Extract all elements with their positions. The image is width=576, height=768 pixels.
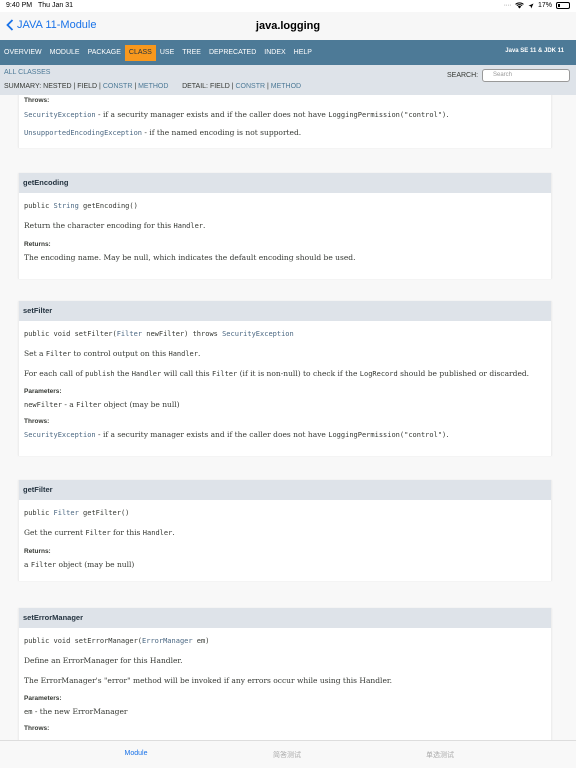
status-right: ···· 17% (504, 2, 570, 9)
location-icon (528, 3, 534, 8)
multitasking-dots-icon: ···· (503, 2, 512, 9)
returns-text: a Filter object (may be null) (24, 560, 135, 569)
parameters-label: Parameters: (24, 695, 62, 702)
nav-title: java.logging (255, 20, 321, 32)
unsupported-encoding-link[interactable]: UnsupportedEncodingException (24, 129, 142, 137)
string-type-link[interactable]: String (54, 202, 79, 210)
method-detail-getFilter: getFilter public Filter getFilter() Get … (18, 480, 552, 581)
throws-label: Throws: (24, 418, 50, 425)
error-manager-type-link[interactable]: ErrorManager (142, 637, 193, 645)
security-exception-link[interactable]: SecurityException (24, 431, 96, 439)
method-description-2: For each call of publish the Handler wil… (24, 369, 530, 378)
status-time: 9:40 PM (6, 2, 33, 9)
tab-short-answer-test[interactable]: 简答测试 (227, 750, 347, 760)
bottom-tab-bar: Module 简答测试 单选测试 (0, 740, 576, 768)
parameter-em: em - the new ErrorManager (24, 707, 128, 716)
method-detail-setFilter: setFilter public void setFilter(Filter n… (18, 301, 552, 456)
summary-constr-link[interactable]: CONSTR (103, 83, 133, 90)
summary-links: SUMMARY: NESTED | FIELD | CONSTR | METHO… (4, 83, 301, 90)
security-exception-link[interactable]: SecurityException (24, 111, 96, 119)
content-area[interactable]: Throws: SecurityException - if a securit… (0, 95, 576, 740)
battery-icon (556, 2, 570, 9)
nav-deprecated[interactable]: DEPRECATED (205, 45, 260, 61)
throws-label: Throws: (24, 725, 50, 732)
javadoc-sub-nav: ALL CLASSES SUMMARY: NESTED | FIELD | CO… (0, 65, 576, 95)
detail-method-link[interactable]: METHOD (271, 83, 301, 90)
security-exception-link[interactable]: SecurityException (222, 330, 294, 338)
nav-overview[interactable]: OVERVIEW (0, 45, 46, 61)
status-date: Thu Jan 31 (38, 2, 74, 9)
detail-constr-link[interactable]: CONSTR (236, 83, 266, 90)
filter-type-link[interactable]: Filter (117, 330, 142, 338)
method-title: getEncoding (19, 173, 551, 193)
nav-use[interactable]: USE (156, 45, 178, 61)
method-detail-getEncoding: getEncoding public String getEncoding() … (18, 173, 552, 279)
method-title: setFilter (19, 301, 551, 321)
wifi-icon (515, 2, 524, 9)
method-description-2: The ErrorManager's "error" method will b… (24, 676, 393, 685)
javadoc-brand: Java SE 11 & JDK 11 (505, 48, 564, 54)
search-label: SEARCH: (447, 72, 479, 79)
returns-label: Returns: (24, 241, 51, 248)
nav-help[interactable]: HELP (290, 45, 316, 61)
javadoc-top-nav: OVERVIEW MODULE PACKAGE CLASS USE TREE D… (0, 40, 576, 65)
throws-security: SecurityException - if a security manage… (24, 430, 449, 439)
status-bar: 9:40 PM Thu Jan 31 ···· 17% (0, 0, 576, 12)
navigation-bar: JAVA 11-Module java.logging (0, 12, 576, 40)
throws-security: SecurityException - if a security manage… (24, 110, 449, 119)
throws-unsupported: UnsupportedEncodingException - if the na… (24, 128, 302, 137)
method-detail-setErrorManager: setErrorManager public void setErrorMana… (18, 608, 552, 740)
method-signature: public void setFilter(Filter newFilter) … (24, 330, 294, 338)
method-description: Set a Filter to control output on this H… (24, 349, 201, 358)
method-description: Return the character encoding for this H… (24, 221, 206, 230)
summary-method-link[interactable]: METHOD (138, 83, 168, 90)
nav-module[interactable]: MODULE (46, 45, 84, 61)
throws-label: Throws: (24, 97, 50, 104)
nav-index[interactable]: INDEX (260, 45, 289, 61)
parameter-newFilter: newFilter - a Filter object (may be null… (24, 400, 180, 409)
all-classes-link[interactable]: ALL CLASSES (4, 69, 50, 76)
method-signature: public void setErrorManager(ErrorManager… (24, 637, 210, 645)
nav-tree[interactable]: TREE (178, 45, 205, 61)
method-title: getFilter (19, 480, 551, 500)
filter-type-link[interactable]: Filter (54, 509, 79, 517)
method-detail-previous: Throws: SecurityException - if a securit… (18, 95, 552, 148)
parameters-label: Parameters: (24, 388, 62, 395)
search-input[interactable]: Search (482, 69, 570, 82)
method-description: Define an ErrorManager for this Handler. (24, 656, 183, 665)
tab-module[interactable]: Module (76, 750, 196, 757)
nav-class: CLASS (124, 44, 156, 61)
method-signature: public String getEncoding() (24, 202, 138, 210)
returns-label: Returns: (24, 548, 51, 555)
detail-prefix: DETAIL: FIELD | (182, 83, 236, 90)
method-signature: public Filter getFilter() (24, 509, 130, 517)
method-title: setErrorManager (19, 608, 551, 628)
method-description: Get the current Filter for this Handler. (24, 528, 175, 537)
summary-prefix: SUMMARY: NESTED | FIELD | (4, 83, 103, 90)
tab-single-choice-test[interactable]: 单选测试 (380, 750, 500, 760)
battery-percent: 17% (537, 2, 552, 9)
returns-text: The encoding name. May be null, which in… (24, 253, 356, 262)
nav-package[interactable]: PACKAGE (84, 45, 125, 61)
